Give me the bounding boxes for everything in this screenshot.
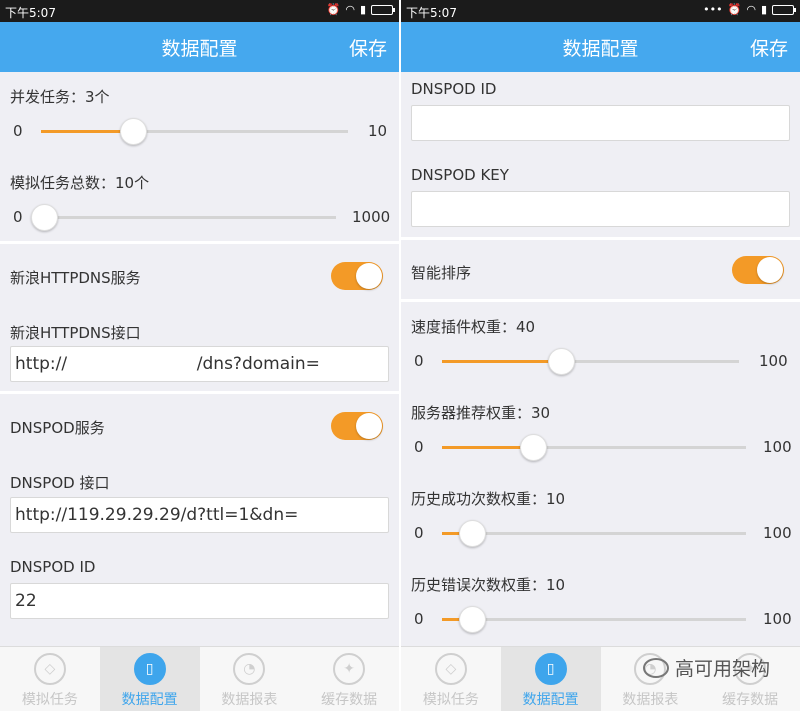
total-task-label: 模拟任务总数：10个 (10, 174, 150, 192)
dnspod-endpoint-input[interactable]: http://119.29.29.29/d?ttl=1&dn= (10, 497, 389, 533)
dnspod-service-toggle[interactable] (331, 412, 383, 440)
bookmark-icon: ▯ (534, 653, 567, 685)
title-bar: 数据配置 保存 (401, 22, 800, 72)
settings-content: DNSPOD ID DNSPOD KEY 智能排序 速度插件权重：40 0 10… (401, 72, 800, 646)
server-weight-label: 服务器推荐权重：30 (411, 404, 551, 422)
tab-cache[interactable]: ✦ 缓存数据 (299, 647, 399, 711)
right-screen: 下午5:07 ••• ⏰ ◠ ▮ 数据配置 保存 DNSPOD ID DNSPO… (401, 0, 800, 711)
bookmark-icon: ▯ (133, 653, 166, 685)
watermark-text: 高可用架构 (674, 658, 770, 680)
dnspod-id-label: DNSPOD ID (10, 558, 96, 576)
slider-thumb[interactable] (30, 204, 58, 231)
status-bar: 下午5:07 ••• ⏰ ◠ ▮ (401, 0, 800, 22)
tab-config[interactable]: ▯ 数据配置 (500, 647, 601, 711)
dnspod-service-label: DNSPOD服务 (10, 419, 105, 437)
page-title: 数据配置 (562, 38, 639, 60)
alarm-icon: ⏰ (326, 3, 341, 16)
wifi-icon: ◠ (345, 3, 355, 16)
divider (401, 299, 800, 302)
sina-service-toggle[interactable] (331, 262, 383, 290)
page-title: 数据配置 (161, 38, 238, 60)
compass-icon: ✦ (333, 653, 366, 685)
title-bar: 数据配置 保存 (0, 22, 399, 72)
save-button[interactable]: 保存 (750, 34, 788, 61)
signal-icon: ▮ (760, 3, 767, 16)
wifi-icon: ◠ (746, 3, 756, 16)
tag-icon: ◇ (33, 653, 66, 685)
concurrent-task-label: 并发任务：3个 (10, 88, 110, 106)
signal-icon: ▮ (359, 3, 366, 16)
slider-thumb[interactable] (520, 434, 548, 461)
sina-endpoint-label: 新浪HTTPDNS接口 (10, 324, 141, 342)
dnspod-endpoint-label: DNSPOD 接口 (10, 474, 110, 492)
more-icon: ••• (703, 3, 723, 16)
dnspod-id-input[interactable] (411, 105, 790, 141)
bottom-tab-bar: ◇ 模拟任务 ▯ 数据配置 ◔ 数据报表 ✦ 缓存数据 (0, 646, 399, 711)
tag-icon: ◇ (434, 653, 467, 685)
total-task-slider[interactable]: 0 1000 (0, 202, 399, 232)
left-screen: 下午5:07 ⏰ ◠ ▮ 数据配置 保存 并发任务：3个 0 10 模拟任务总数… (0, 0, 399, 711)
status-time: 下午5:07 (406, 6, 457, 20)
battery-icon (371, 4, 395, 15)
watermark: 高可用架构 (642, 654, 770, 681)
tab-simulate[interactable]: ◇ 模拟任务 (401, 647, 501, 711)
dnspod-id-label: DNSPOD ID (411, 80, 497, 98)
speed-weight-slider[interactable]: 0 100 (401, 346, 800, 376)
sina-service-label: 新浪HTTPDNS服务 (10, 269, 141, 287)
smart-sort-toggle[interactable] (732, 256, 784, 284)
slider-thumb[interactable] (459, 520, 487, 547)
dnspod-id-input[interactable]: 22 (10, 583, 389, 619)
tab-config[interactable]: ▯ 数据配置 (99, 647, 200, 711)
divider (0, 241, 399, 244)
settings-content: 并发任务：3个 0 10 模拟任务总数：10个 0 1000 新浪HTTPDNS… (0, 72, 399, 646)
tab-report[interactable]: ◔ 数据报表 (200, 647, 300, 711)
dnspod-key-input[interactable] (411, 191, 790, 227)
alarm-icon: ⏰ (727, 3, 742, 16)
wechat-icon (642, 657, 669, 678)
server-weight-slider[interactable]: 0 100 (401, 432, 800, 462)
smart-sort-label: 智能排序 (411, 264, 472, 282)
status-time: 下午5:07 (5, 6, 56, 20)
slider-thumb[interactable] (120, 118, 148, 145)
slider-thumb[interactable] (547, 348, 575, 375)
error-weight-slider[interactable]: 0 100 (401, 604, 800, 634)
speed-weight-label: 速度插件权重：40 (411, 318, 536, 336)
success-weight-slider[interactable]: 0 100 (401, 518, 800, 548)
status-bar: 下午5:07 ⏰ ◠ ▮ (0, 0, 399, 22)
error-weight-label: 历史错误次数权重：10 (411, 576, 566, 594)
concurrent-task-slider[interactable]: 0 10 (0, 116, 399, 146)
slider-thumb[interactable] (459, 606, 487, 633)
dnspod-key-label: DNSPOD KEY (411, 166, 509, 184)
pie-chart-icon: ◔ (233, 653, 266, 685)
divider (0, 391, 399, 394)
success-weight-label: 历史成功次数权重：10 (411, 490, 566, 508)
divider (401, 237, 800, 240)
save-button[interactable]: 保存 (349, 34, 387, 61)
tab-simulate[interactable]: ◇ 模拟任务 (0, 647, 100, 711)
battery-icon (772, 4, 796, 15)
sina-endpoint-input[interactable]: http:// /dns?domain= (10, 346, 389, 382)
